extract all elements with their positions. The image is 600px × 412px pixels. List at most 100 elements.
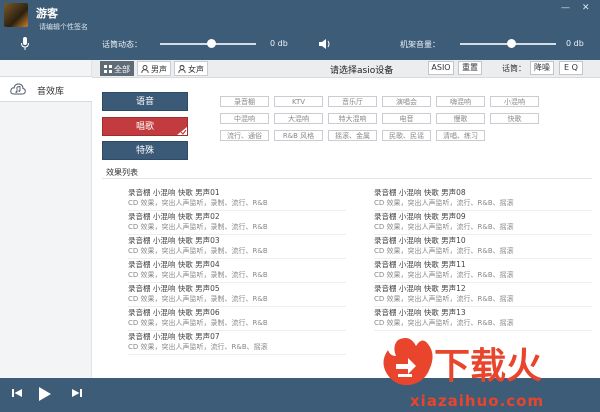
category-singing-label: 唱歌: [135, 122, 154, 132]
asio-button[interactable]: ASIO: [428, 61, 454, 75]
effect-description: CD 效果，突出人声监听，流行、R&B、摇滚: [374, 199, 514, 207]
eq-button[interactable]: E Q: [559, 61, 583, 75]
effect-description: CD 效果，突出人声监听，流行、R&B、摇滚: [128, 343, 268, 351]
list-item[interactable]: 录音棚 小混响 快歌 男声13 CD 效果，突出人声监听，流行、R&B、摇滚: [374, 307, 594, 331]
filter-female-label: 女声: [188, 65, 204, 74]
effect-name: 录音棚 小混响 快歌 男声06: [128, 308, 220, 317]
mic-dynamic-slider[interactable]: [160, 39, 256, 48]
list-item[interactable]: 录音棚 小混响 快歌 男声08 CD 效果，突出人声监听，流行、R&B、摇滚: [374, 187, 594, 211]
filter-male-label: 男声: [151, 65, 167, 74]
grid-icon: [104, 65, 112, 73]
filter-all-button[interactable]: 全部: [100, 61, 134, 76]
male-avatar-icon: [141, 65, 149, 73]
checkmark-icon: [177, 127, 187, 135]
female-avatar-icon: [178, 65, 186, 73]
list-item[interactable]: 录音棚 小混响 快歌 男声06 CD 效果，突出人声监听，录制、流行、R&B: [128, 307, 348, 331]
effect-tag[interactable]: 演唱会: [382, 96, 431, 107]
effect-tag[interactable]: 嗨混响: [436, 96, 485, 107]
effect-tag[interactable]: 小混响: [490, 96, 539, 107]
avatar[interactable]: [4, 3, 28, 27]
effect-name: 录音棚 小混响 快歌 男声03: [128, 236, 220, 245]
machine-volume-label: 机架音量：: [400, 40, 440, 49]
machine-volume-knob[interactable]: [507, 39, 517, 48]
effect-tag[interactable]: 慢歌: [436, 113, 485, 124]
sidebar: 音效库: [0, 60, 92, 378]
effect-name: 录音棚 小混响 快歌 男声10: [374, 236, 466, 245]
effect-tag[interactable]: KTV: [274, 96, 323, 107]
row-divider: [128, 354, 346, 355]
effect-name: 录音棚 小混响 快歌 男声11: [374, 260, 466, 269]
watermark-logo: 下载火 xiazaihuo.com: [383, 338, 544, 410]
effect-description: CD 效果，突出人声监听，流行、R&B、摇滚: [374, 271, 514, 279]
effect-tag[interactable]: 特大混响: [328, 113, 377, 124]
effect-description: CD 效果，突出人声监听，流行、R&B、摇滚: [374, 247, 514, 255]
svg-text:下载火: 下载火: [434, 346, 542, 387]
filter-male-button[interactable]: 男声: [137, 61, 171, 76]
svg-text:xiazaihuo.com: xiazaihuo.com: [410, 392, 544, 410]
category-singing[interactable]: 唱歌: [102, 117, 188, 136]
list-item[interactable]: 录音棚 小混响 快歌 男声07 CD 效果，突出人声监听，流行、R&B、摇滚: [128, 331, 348, 355]
mic-dynamic-value: 0 db: [270, 39, 288, 48]
effect-name: 录音棚 小混响 快歌 男声07: [128, 332, 220, 341]
close-icon[interactable]: ✕: [582, 3, 590, 13]
effect-tag[interactable]: 民歌、民谣: [382, 130, 431, 141]
sidebar-item-label: 音效库: [37, 87, 65, 97]
effect-description: CD 效果，突出人声监听，录制、流行、R&B: [128, 319, 268, 327]
list-item[interactable]: 录音棚 小混响 快歌 男声10 CD 效果，突出人声监听，流行、R&B、摇滚: [374, 235, 594, 259]
previous-icon[interactable]: [12, 388, 22, 398]
effect-description: CD 效果，突出人声监听，流行、R&B、摇滚: [374, 319, 514, 327]
effect-tag[interactable]: 录音棚: [220, 96, 269, 107]
list-item[interactable]: 录音棚 小混响 快歌 男声12 CD 效果，突出人声监听，流行、R&B、摇滚: [374, 283, 594, 307]
effect-name: 录音棚 小混响 快歌 男声01: [128, 188, 220, 197]
effect-description: CD 效果，突出人声监听，录制、流行、R&B: [128, 295, 268, 303]
list-item[interactable]: 录音棚 小混响 快歌 男声05 CD 效果，突出人声监听，录制、流行、R&B: [128, 283, 348, 307]
effect-tag[interactable]: 流行、通俗: [220, 130, 269, 141]
divider: [102, 178, 592, 179]
effect-description: CD 效果，突出人声监听，录制、流行、R&B: [128, 199, 268, 207]
header-bar: 游客 请编辑个性签名 — ✕ 话筒动态： 0 db 机架音量： 0 db: [0, 0, 600, 60]
filter-all-label: 全部: [114, 65, 130, 74]
effect-description: CD 效果，突出人声监听，录制、流行、R&B: [128, 223, 268, 231]
effect-name: 录音棚 小混响 快歌 男声09: [374, 212, 466, 221]
category-speech[interactable]: 语音: [102, 92, 188, 111]
reset-button[interactable]: 重置: [458, 61, 482, 75]
list-item[interactable]: 录音棚 小混响 快歌 男声03 CD 效果，突出人声监听，录制、流行、R&B: [128, 235, 348, 259]
noise-reduction-button[interactable]: 降噪: [530, 61, 554, 75]
microphone-icon: [21, 37, 29, 50]
effect-tag[interactable]: 摇滚、金属: [328, 130, 377, 141]
list-item[interactable]: 录音棚 小混响 快歌 男声09 CD 效果，突出人声监听，流行、R&B、摇滚: [374, 211, 594, 235]
minimize-icon[interactable]: —: [561, 3, 570, 13]
mic-dynamic-label: 话筒动态：: [102, 40, 142, 49]
effect-description: CD 效果，突出人声监听，流行、R&B、摇滚: [374, 295, 514, 303]
effect-name: 录音棚 小混响 快歌 男声13: [374, 308, 466, 317]
asio-device-title[interactable]: 请选择asio设备: [330, 63, 393, 76]
mic-label: 话筒：: [502, 64, 526, 73]
list-item[interactable]: 录音棚 小混响 快歌 男声02 CD 效果，突出人声监听，录制、流行、R&B: [128, 211, 348, 235]
machine-volume-slider[interactable]: [460, 39, 556, 48]
signature[interactable]: 请编辑个性签名: [39, 22, 88, 32]
cloud-music-icon: [10, 83, 26, 95]
next-icon[interactable]: [72, 388, 82, 398]
category-special[interactable]: 特殊: [102, 141, 188, 160]
effect-tag[interactable]: 快歌: [490, 113, 539, 124]
effect-tag[interactable]: 中混响: [220, 113, 269, 124]
sidebar-item-effects-library[interactable]: 音效库: [0, 76, 92, 102]
row-divider: [374, 330, 592, 331]
filter-female-button[interactable]: 女声: [174, 61, 208, 76]
toolbar: 全部 男声 女声 请选择asio设备 ASIO 重置 话筒： 降噪 E Q: [92, 60, 600, 78]
list-item[interactable]: 录音棚 小混响 快歌 男声01 CD 效果，突出人声监听，录制、流行、R&B: [128, 187, 348, 211]
username: 游客: [36, 7, 58, 20]
mic-dynamic-knob[interactable]: [207, 39, 217, 48]
effect-tag[interactable]: 音乐厅: [328, 96, 377, 107]
list-item[interactable]: 录音棚 小混响 快歌 男声11 CD 效果，突出人声监听，流行、R&B、摇滚: [374, 259, 594, 283]
volume-controls: 话筒动态： 0 db 机架音量： 0 db: [0, 34, 600, 54]
effect-tag[interactable]: 大混响: [274, 113, 323, 124]
effect-tag[interactable]: 清唱、练习: [436, 130, 485, 141]
list-item[interactable]: 录音棚 小混响 快歌 男声04 CD 效果，突出人声监听，录制、流行、R&B: [128, 259, 348, 283]
effect-tag[interactable]: 电音: [382, 113, 431, 124]
effect-tag[interactable]: R&B 风格: [274, 130, 323, 141]
play-icon[interactable]: [39, 387, 51, 401]
effect-name: 录音棚 小混响 快歌 男声05: [128, 284, 220, 293]
effect-description: CD 效果，突出人声监听，流行、R&B、摇滚: [374, 223, 514, 231]
machine-volume-value: 0 db: [566, 39, 584, 48]
